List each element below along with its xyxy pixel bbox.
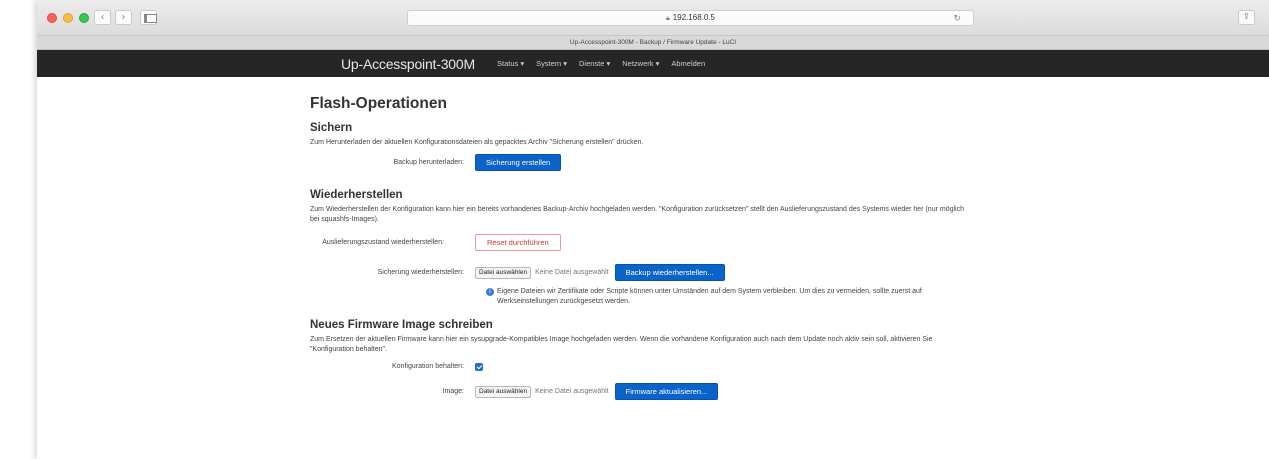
image-no-file: Keine Datei ausgewählt [535,388,609,395]
keep-config-label: Konfiguration behalten: [392,363,464,370]
restore-heading: Wiederherstellen [310,189,403,201]
keep-config-row: Konfiguration behalten: [310,362,970,372]
backup-description: Zum Herunterladen der aktuellen Konfigur… [310,139,644,146]
chevron-right-icon: › [121,12,126,23]
reload-icon[interactable]: ↻ [953,12,961,26]
backup-row: Backup herunterladen: Sicherung erstelle… [310,154,970,171]
main-menu: Status ▾ System ▾ Dienste ▾ Netzwerk ▾ A… [497,59,705,68]
restore-hint-text: Eigene Dateien wir Zertifikate oder Scri… [497,288,922,305]
maximize-window-button[interactable] [79,13,89,23]
browser-titlebar: ‹ › 🔒︎ 192.168.0.5 ↻ ⇪ [37,0,1269,36]
restore-row: Sicherung wiederherstellen: Datei auswäh… [310,264,970,281]
address-text: 192.168.0.5 [672,13,715,22]
top-navigation: Up-Accesspoint-300M Status ▾ System ▾ Di… [37,50,1269,77]
page-title: Flash-Operationen [310,95,447,112]
create-backup-button[interactable]: Sicherung erstellen [475,154,562,171]
tab-title[interactable]: Up-Accesspoint-300M - Backup / Firmware … [37,36,1269,50]
firmware-description: Zum Ersetzen der aktuellen Firmware kann… [310,336,933,353]
image-row: Image: Datei auswählen Keine Datei ausge… [310,383,970,400]
firmware-heading: Neues Firmware Image schreiben [310,319,493,331]
image-label: Image: [442,387,464,395]
reset-label: Auslieferungszustand wiederherstellen: [322,238,444,246]
window-controls [47,13,89,23]
info-icon: i [486,288,494,296]
reset-button[interactable]: Reset durchführen [475,234,561,251]
menu-status[interactable]: Status ▾ [497,59,524,68]
restore-hint: i Eigene Dateien wir Zertifikate oder Sc… [486,287,966,307]
flash-firmware-button[interactable]: Firmware aktualisieren... [614,383,719,400]
share-button[interactable]: ⇪ [1238,10,1255,25]
menu-system[interactable]: System ▾ [536,59,567,68]
keep-config-checkbox[interactable] [475,363,483,371]
address-bar[interactable]: 🔒︎ 192.168.0.5 ↻ [407,10,974,26]
backup-heading: Sichern [310,122,353,134]
menu-netzwerk[interactable]: Netzwerk ▾ [622,59,659,68]
lock-icon: 🔒︎ [666,15,670,22]
menu-dienste[interactable]: Dienste ▾ [579,59,610,68]
restore-label: Sicherung wiederherstellen: [377,268,464,276]
brand-title[interactable]: Up-Accesspoint-300M [341,56,475,72]
sidebar-toggle-button[interactable] [140,10,157,25]
restore-no-file: Keine Datei ausgewählt [535,269,609,276]
close-window-button[interactable] [47,13,57,23]
backup-label: Backup herunterladen: [393,158,464,166]
chevron-left-icon: ‹ [100,12,105,23]
restore-file-button[interactable]: Datei auswählen [475,266,532,279]
main-content: Flash-Operationen Sichern Zum Herunterla… [310,95,970,400]
restore-description: Zum Wiederherstellen der Konfiguration k… [310,206,964,223]
image-file-button[interactable]: Datei auswählen [475,385,532,398]
menu-abmelden[interactable]: Abmelden [671,59,705,68]
history-buttons: ‹ › [94,10,132,25]
restore-backup-button[interactable]: Backup wiederherstellen... [614,264,725,281]
share-icon: ⇪ [1242,12,1251,22]
forward-button[interactable]: › [115,10,132,25]
reset-row: Auslieferungszustand wiederherstellen: R… [310,234,970,251]
back-button[interactable]: ‹ [94,10,111,25]
minimize-window-button[interactable] [63,13,73,23]
